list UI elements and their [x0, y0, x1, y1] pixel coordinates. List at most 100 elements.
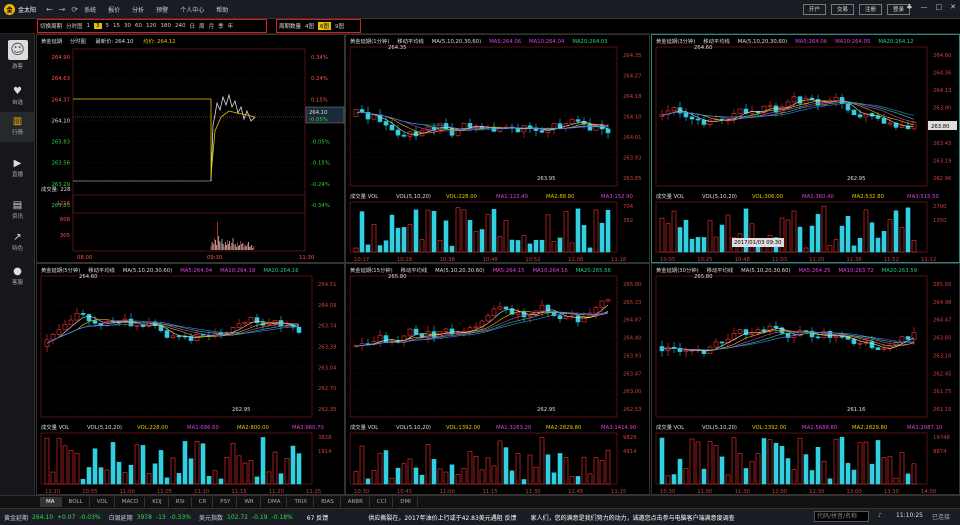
indicator-tab-dmi[interactable]: DMI: [394, 497, 418, 507]
volume-bar: [92, 448, 98, 485]
candle: [857, 342, 863, 345]
sidebar-item-1[interactable]: ♥ 自选: [0, 82, 35, 112]
volume-bar: [431, 210, 437, 253]
volume-bar: [701, 468, 707, 485]
period-option-2[interactable]: 3: [94, 23, 102, 29]
price-tick: 264.60: [933, 53, 952, 59]
menu-item-5[interactable]: 帮助: [216, 7, 228, 14]
period-option-11[interactable]: 周: [199, 22, 205, 30]
low-marker: 262.95: [537, 407, 556, 413]
period-option-9[interactable]: 240: [175, 23, 186, 29]
period-option-8[interactable]: 180: [161, 23, 172, 29]
refresh-icon[interactable]: ⟳: [71, 5, 78, 14]
minimize-icon[interactable]: —: [921, 3, 928, 11]
kline-panel-30min[interactable]: 黄金延期(30分钟) 移动平均线 MA(5,10,20,30,60) MA5:264.…: [651, 263, 960, 495]
menu-item-2[interactable]: 分析: [132, 7, 144, 14]
volume-bar: [827, 245, 833, 253]
sidebar-item-0[interactable]: ☺ 游客: [0, 36, 35, 76]
indicator-tab-cr[interactable]: CR: [193, 497, 214, 507]
volume-bar: [815, 446, 821, 485]
volume-bar: [182, 441, 188, 485]
kline-panel-3min[interactable]: 黄金延期(3分钟) 移动平均线 MA(5,10,20,30,60) MA5:264.0…: [651, 34, 960, 263]
candle: [503, 306, 509, 310]
vol-vma1: MA1:122.40: [496, 194, 529, 200]
title-button-2[interactable]: 注册: [858, 4, 882, 15]
indicator-tab-cci[interactable]: CCI: [371, 497, 394, 507]
back-icon[interactable]: ←: [46, 5, 53, 14]
quote-usd-name[interactable]: 美元指数: [199, 513, 223, 522]
title-button-0[interactable]: 开户: [802, 4, 826, 15]
news-ticker[interactable]: 供应撕裂在，2017年油价上行或于42.83美元遇阻 反馈: [368, 513, 516, 522]
indicator-tab-macd[interactable]: MACD: [116, 497, 146, 507]
indicator-tab-vol[interactable]: VOL: [91, 497, 115, 507]
period-option-12[interactable]: 月: [209, 22, 215, 30]
quote-silver-change: -13: [155, 513, 166, 521]
indicator-tab-boll[interactable]: BOLL: [63, 497, 90, 507]
period-option-3[interactable]: 5: [106, 23, 110, 29]
maximize-icon[interactable]: □: [936, 3, 943, 11]
kline-panel-15min[interactable]: 黄金延期(15分钟) 移动平均线 MA(5,10,20,30,60) MA5:264.…: [345, 263, 650, 495]
period-option-13[interactable]: 季: [218, 22, 224, 30]
chart-count-option-1[interactable]: 6图: [318, 22, 332, 30]
volume-bar: [230, 443, 236, 485]
sidebar-item-4[interactable]: ▤ 资讯: [0, 196, 35, 226]
volume-bar: [563, 210, 569, 253]
candle: [605, 128, 611, 134]
indicator-tab-ma[interactable]: MA: [40, 497, 62, 507]
volume-bar: [491, 208, 497, 253]
sidebar-item-6[interactable]: ● 客服: [0, 262, 35, 292]
volume-bar: [683, 468, 689, 485]
kline-panel-1min[interactable]: 黄金延期(1分钟) 移动平均线 MA(5,10,20,30,60) MA5:264.0…: [345, 34, 650, 263]
skin-icon[interactable]: ♣: [906, 3, 912, 11]
indicator-tab-arbr[interactable]: ARBR: [342, 497, 370, 507]
title-button-1[interactable]: 交易: [830, 4, 854, 15]
period-option-4[interactable]: 15: [113, 23, 120, 29]
indicator-tab-bias[interactable]: BIAS: [315, 497, 341, 507]
period-option-10[interactable]: 日: [190, 22, 196, 30]
indicator-tab-rsi[interactable]: RSI: [170, 497, 192, 507]
period-option-0[interactable]: 分时图: [66, 22, 83, 30]
volume-bar: [719, 224, 725, 253]
volume-bar: [869, 463, 875, 485]
intraday-panel[interactable]: 黄金延期 分时图 最新价: 264.10 均价: 264.12 264.90 0.…: [36, 34, 345, 263]
indicator-tab-psy[interactable]: PSY: [214, 497, 238, 507]
music-icon[interactable]: ♪: [878, 512, 882, 519]
search-input[interactable]: 代码/拼音/名称: [814, 511, 869, 522]
period-option-14[interactable]: 年: [228, 22, 234, 30]
period-option-5[interactable]: 30: [124, 23, 131, 29]
volume-bar: [869, 222, 875, 253]
sidebar-item-2[interactable]: ▥ 行情: [0, 112, 35, 142]
menu-item-0[interactable]: 系统: [84, 7, 96, 14]
menu-item-1[interactable]: 报价: [108, 7, 120, 14]
indicator-tab-dma[interactable]: DMA: [262, 497, 288, 507]
vol-vma2: MA2:2829.80: [546, 425, 582, 431]
menu-item-3[interactable]: 预警: [156, 7, 168, 14]
indicator-tab-kdj[interactable]: KDJ: [146, 497, 169, 507]
chart-count-option-0[interactable]: 4图: [305, 22, 314, 30]
quote-gold-name[interactable]: 黄金延期: [4, 513, 28, 522]
news-count[interactable]: 67 反馈: [307, 513, 329, 522]
candle: [467, 123, 473, 128]
period-option-7[interactable]: 120: [146, 23, 157, 29]
close-icon[interactable]: ✕: [950, 3, 956, 11]
price-box: 263.80: [931, 124, 950, 130]
kline-panel-5min[interactable]: 黄金延期(5分钟) 移动平均线 MA(5,10,20,30,60) MA5:264.0…: [36, 263, 345, 495]
volume-bar: [785, 219, 791, 253]
volume-bar: [395, 467, 401, 485]
survey-ticker[interactable]: 家人们，您的满意是我们努力的动力，诚邀您点击参与电脑客户端满意度调查: [531, 513, 735, 522]
period-switch-group: 切换周期 分时图 1 3 5 15 30 60 120 180 240 日周月季年: [37, 19, 267, 33]
price-tick: 263.47: [623, 371, 642, 377]
candle: [443, 328, 449, 332]
forward-icon[interactable]: →: [59, 5, 66, 14]
period-option-6[interactable]: 60: [135, 23, 142, 29]
sidebar-item-5[interactable]: ↗ 特色: [0, 228, 35, 258]
period-option-1[interactable]: 1: [87, 23, 91, 29]
indicator-tab-wr[interactable]: WR: [238, 497, 261, 507]
indicator-tab-trix[interactable]: TRIX: [288, 497, 315, 507]
chart-count-option-2[interactable]: 9图: [335, 22, 344, 30]
quote-silver-name[interactable]: 白银延期: [109, 513, 133, 522]
sidebar-label-2: 行情: [11, 130, 23, 136]
sidebar-item-3[interactable]: ▶ 直播: [0, 154, 35, 184]
vol-tick: 1350: [933, 218, 947, 224]
menu-item-4[interactable]: 个人中心: [180, 7, 204, 14]
